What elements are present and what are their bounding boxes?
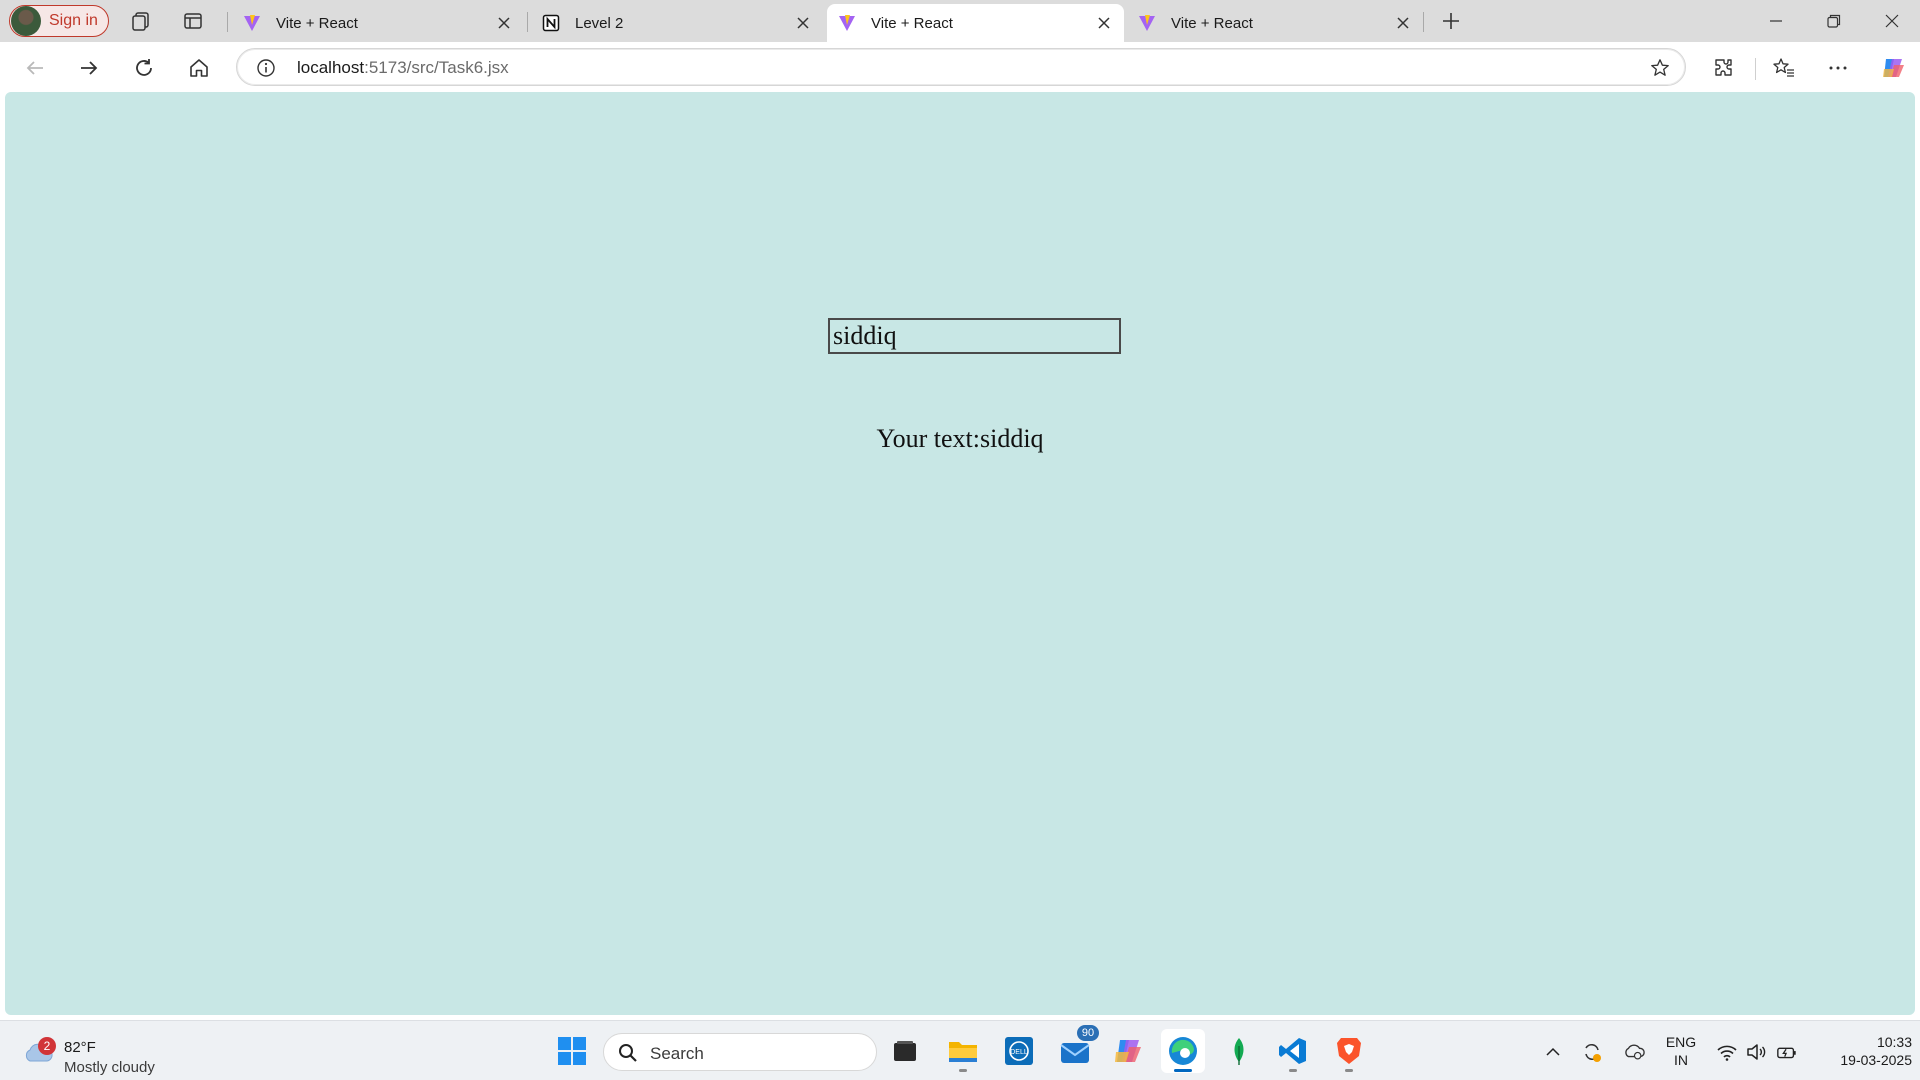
more-menu-icon[interactable] xyxy=(1821,52,1855,84)
vscode-button[interactable] xyxy=(1271,1029,1315,1073)
copilot-app-button[interactable] xyxy=(1106,1029,1150,1073)
dell-app-button[interactable]: DELL xyxy=(997,1029,1041,1073)
tab-strip: Sign in Vite + React Level 2 Vite + Reac… xyxy=(0,0,1920,42)
svg-text:DELL: DELL xyxy=(1010,1049,1028,1056)
region-code: IN xyxy=(1674,1052,1688,1068)
echo-text: Your text:siddiq xyxy=(876,424,1044,453)
text-input[interactable] xyxy=(828,318,1121,354)
browser-tab[interactable]: Vite + React xyxy=(1127,4,1423,42)
mail-icon xyxy=(1060,1043,1090,1063)
battery-icon[interactable] xyxy=(1776,1041,1798,1063)
task-view-icon xyxy=(894,1041,916,1061)
minimize-icon[interactable] xyxy=(1748,0,1804,42)
show-hidden-icons-chevron-icon[interactable] xyxy=(1542,1041,1564,1063)
favorite-star-icon[interactable] xyxy=(1649,57,1671,79)
mongodb-compass-button[interactable] xyxy=(1217,1029,1261,1073)
mail-button[interactable]: 90 xyxy=(1053,1025,1099,1073)
home-icon[interactable] xyxy=(182,52,216,84)
url-text: localhost:5173/src/Task6.jsx xyxy=(297,58,509,78)
close-window-icon[interactable] xyxy=(1864,0,1920,42)
restore-icon[interactable] xyxy=(1806,0,1862,42)
mongodb-leaf-icon xyxy=(1234,1038,1244,1065)
copilot-icon[interactable] xyxy=(1876,52,1910,84)
vite-logo-icon xyxy=(1137,13,1157,33)
site-info-icon[interactable] xyxy=(255,57,277,79)
browser-tab[interactable]: Vite + React xyxy=(232,4,524,42)
browser-tab[interactable]: Level 2 xyxy=(531,4,823,42)
refresh-icon[interactable] xyxy=(127,52,161,84)
extensions-icon[interactable] xyxy=(1707,52,1741,84)
volume-icon[interactable] xyxy=(1746,1041,1768,1063)
close-tab-icon[interactable] xyxy=(1393,13,1413,33)
notion-logo-icon xyxy=(541,13,561,33)
edge-button[interactable] xyxy=(1161,1029,1205,1073)
close-tab-icon[interactable] xyxy=(1094,13,1114,33)
windows-logo-icon xyxy=(558,1037,586,1065)
task-view-button[interactable] xyxy=(883,1029,927,1073)
weather-badge: 2 xyxy=(38,1037,56,1055)
vscode-icon xyxy=(1279,1038,1306,1064)
vite-logo-icon xyxy=(242,13,262,33)
brave-button[interactable] xyxy=(1327,1029,1371,1073)
favorites-icon[interactable] xyxy=(1767,52,1801,84)
folder-icon xyxy=(949,1042,977,1062)
tab-title: Vite + React xyxy=(276,14,358,32)
mail-badge: 90 xyxy=(1077,1025,1099,1041)
tab-title: Level 2 xyxy=(575,14,624,32)
network-cloud-icon[interactable] xyxy=(1623,1041,1645,1063)
toolbar-divider xyxy=(1755,58,1756,80)
url-host: localhost xyxy=(297,58,365,77)
profile-signin-button[interactable]: Sign in xyxy=(9,5,109,37)
browser-tab-active[interactable]: Vite + React xyxy=(827,4,1124,42)
clock-date: 19-03-2025 xyxy=(1840,1052,1912,1068)
copilot-app-icon xyxy=(1115,1040,1141,1062)
profile-avatar-icon xyxy=(11,6,41,36)
browser-toolbar: localhost:5173/src/Task6.jsx xyxy=(0,42,1920,92)
address-bar[interactable]: localhost:5173/src/Task6.jsx xyxy=(236,48,1686,86)
dell-logo-icon: DELL xyxy=(1005,1037,1033,1065)
clock-time: 10:33 xyxy=(1876,1034,1912,1050)
tab-actions-icon[interactable] xyxy=(181,9,205,33)
search-label: Search xyxy=(650,1044,704,1063)
start-button[interactable] xyxy=(550,1029,594,1073)
signin-label: Sign in xyxy=(49,12,98,29)
weather-temperature: 82°F xyxy=(64,1039,96,1056)
taskbar-search[interactable]: Search xyxy=(603,1033,877,1071)
url-path: :5173/src/Task6.jsx xyxy=(364,58,509,77)
close-tab-icon[interactable] xyxy=(793,13,813,33)
taskbar: 2 82°F Mostly cloudy Search DELL 90 ENG … xyxy=(0,1020,1920,1080)
tab-title: Vite + React xyxy=(1171,14,1253,32)
sync-icon[interactable] xyxy=(1581,1041,1603,1063)
page-viewport: Your text:siddiq xyxy=(5,92,1915,1015)
tab-separator xyxy=(527,12,528,32)
edge-icon xyxy=(1169,1037,1197,1065)
tab-title: Vite + React xyxy=(871,14,953,32)
vite-logo-icon xyxy=(837,13,857,33)
new-tab-icon[interactable] xyxy=(1439,9,1463,33)
forward-icon[interactable] xyxy=(72,52,106,84)
file-explorer-button[interactable] xyxy=(941,1029,985,1073)
search-icon xyxy=(619,1044,637,1062)
input-language[interactable]: ENG IN xyxy=(1664,1033,1698,1069)
system-clock[interactable]: 10:33 19-03-2025 xyxy=(1812,1033,1912,1069)
tab-separator xyxy=(1423,12,1424,32)
brave-icon xyxy=(1337,1038,1361,1064)
wifi-icon[interactable] xyxy=(1716,1041,1738,1063)
close-tab-icon[interactable] xyxy=(494,13,514,33)
weather-widget[interactable]: 2 82°F Mostly cloudy xyxy=(20,1029,180,1076)
language-code: ENG xyxy=(1665,1034,1697,1050)
back-icon[interactable] xyxy=(18,52,52,84)
tab-separator xyxy=(227,12,228,32)
workspaces-icon[interactable] xyxy=(129,9,153,33)
weather-condition: Mostly cloudy xyxy=(64,1059,155,1076)
